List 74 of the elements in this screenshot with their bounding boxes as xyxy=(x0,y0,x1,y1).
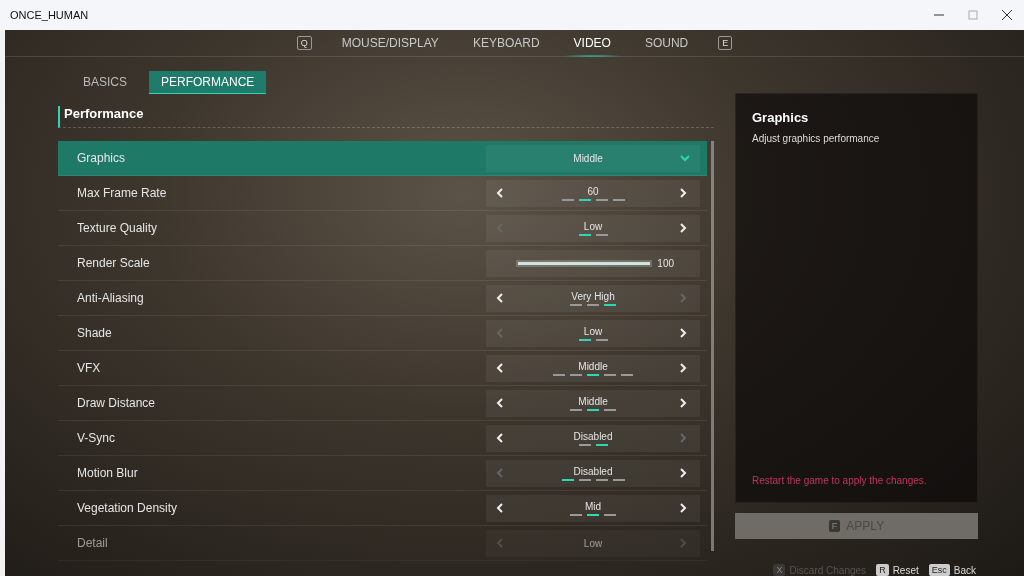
setting-row[interactable]: Vegetation Density Mid xyxy=(58,491,708,526)
dropdown-value: Middle xyxy=(573,152,603,164)
setting-row[interactable]: Max Frame Rate 60 xyxy=(58,176,708,211)
stepper-value: 60 xyxy=(587,185,599,197)
sub-tab[interactable]: BASICS xyxy=(71,71,139,94)
setting-label: VFX xyxy=(77,361,101,375)
setting-label: Shade xyxy=(77,326,112,340)
setting-row[interactable]: Texture Quality Low xyxy=(58,211,708,246)
chevron-right-icon xyxy=(680,328,688,338)
chevron-right-icon xyxy=(680,503,688,513)
chevron-left-icon xyxy=(496,538,504,548)
nav-tab[interactable]: MOUSE/DISPLAY xyxy=(337,30,443,56)
dropdown[interactable]: Middle xyxy=(486,144,701,172)
setting-label: Motion Blur xyxy=(77,466,138,480)
setting-label: Texture Quality xyxy=(77,221,158,235)
close-icon xyxy=(1002,10,1012,20)
slider-value: 100 xyxy=(657,257,675,269)
key-hint: Q xyxy=(296,36,312,50)
setting-label: Detail xyxy=(77,536,108,550)
setting-row[interactable]: Motion Blur Disabled xyxy=(58,456,708,491)
stepper-value: Very High xyxy=(571,290,615,302)
footer-action[interactable]: R Reset xyxy=(876,564,919,576)
stepper-value: Middle xyxy=(578,395,608,407)
stepper-value: Disabled xyxy=(573,465,613,477)
setting-label: Max Frame Rate xyxy=(77,186,167,200)
setting-row[interactable]: V-Sync Disabled xyxy=(58,421,708,456)
setting-row[interactable]: Render Scale 100 xyxy=(58,246,708,281)
chevron-down-icon xyxy=(680,154,691,162)
chevron-right-icon xyxy=(680,398,688,408)
setting-label: Graphics xyxy=(77,151,126,165)
nav-tab[interactable]: KEYBOARD xyxy=(468,30,544,56)
maximize-icon xyxy=(968,10,978,20)
section-title: Performance xyxy=(58,106,714,128)
setting-row[interactable]: Shade Low xyxy=(58,316,708,351)
chevron-left-icon xyxy=(496,223,504,233)
setting-row[interactable]: Draw Distance Middle xyxy=(58,386,708,421)
chevron-left-icon xyxy=(496,363,504,373)
setting-row[interactable]: Anti-Aliasing Very High xyxy=(58,281,708,316)
chevron-right-icon xyxy=(680,538,687,548)
chevron-right-icon xyxy=(680,223,688,233)
restart-warning: Restart the game to apply the changes. xyxy=(752,475,928,486)
stepper-value: Low xyxy=(583,220,603,232)
chevron-right-icon xyxy=(680,188,688,198)
sub-tab[interactable]: PERFORMANCE xyxy=(149,71,267,94)
stepper-value: Disabled xyxy=(573,430,613,442)
setting-label: Render Scale xyxy=(77,256,150,270)
chevron-right-icon xyxy=(680,363,688,373)
chevron-right-icon xyxy=(680,433,687,443)
chevron-left-icon xyxy=(496,398,504,408)
scrollbar[interactable] xyxy=(711,141,714,551)
setting-label: V-Sync xyxy=(77,431,115,445)
nav-tab[interactable]: SOUND xyxy=(640,30,693,56)
info-title: Graphics xyxy=(752,110,810,125)
chevron-right-icon xyxy=(680,293,688,303)
stepper-value: Mid xyxy=(584,500,602,512)
window-title: ONCE_HUMAN xyxy=(10,9,89,21)
key-hint: E xyxy=(718,36,733,50)
chevron-left-icon xyxy=(496,328,504,338)
info-description: Adjust graphics performance xyxy=(752,133,881,144)
setting-row[interactable]: Graphics Middle xyxy=(58,141,708,176)
chevron-left-icon xyxy=(496,503,504,513)
chevron-left-icon xyxy=(496,468,504,478)
setting-label: Anti-Aliasing xyxy=(77,291,144,305)
setting-label: Draw Distance xyxy=(77,396,156,410)
stepper-value: Low xyxy=(583,325,603,337)
stepper-value: Low xyxy=(583,537,603,549)
chevron-left-icon xyxy=(496,433,504,443)
setting-row[interactable]: VFX Middle xyxy=(58,351,708,386)
chevron-left-icon xyxy=(496,188,504,198)
stepper-value: Middle xyxy=(578,360,608,372)
chevron-right-icon xyxy=(680,468,688,478)
footer-action[interactable]: Esc Back xyxy=(928,564,976,576)
chevron-left-icon xyxy=(496,293,504,303)
setting-label: Vegetation Density xyxy=(77,501,178,515)
